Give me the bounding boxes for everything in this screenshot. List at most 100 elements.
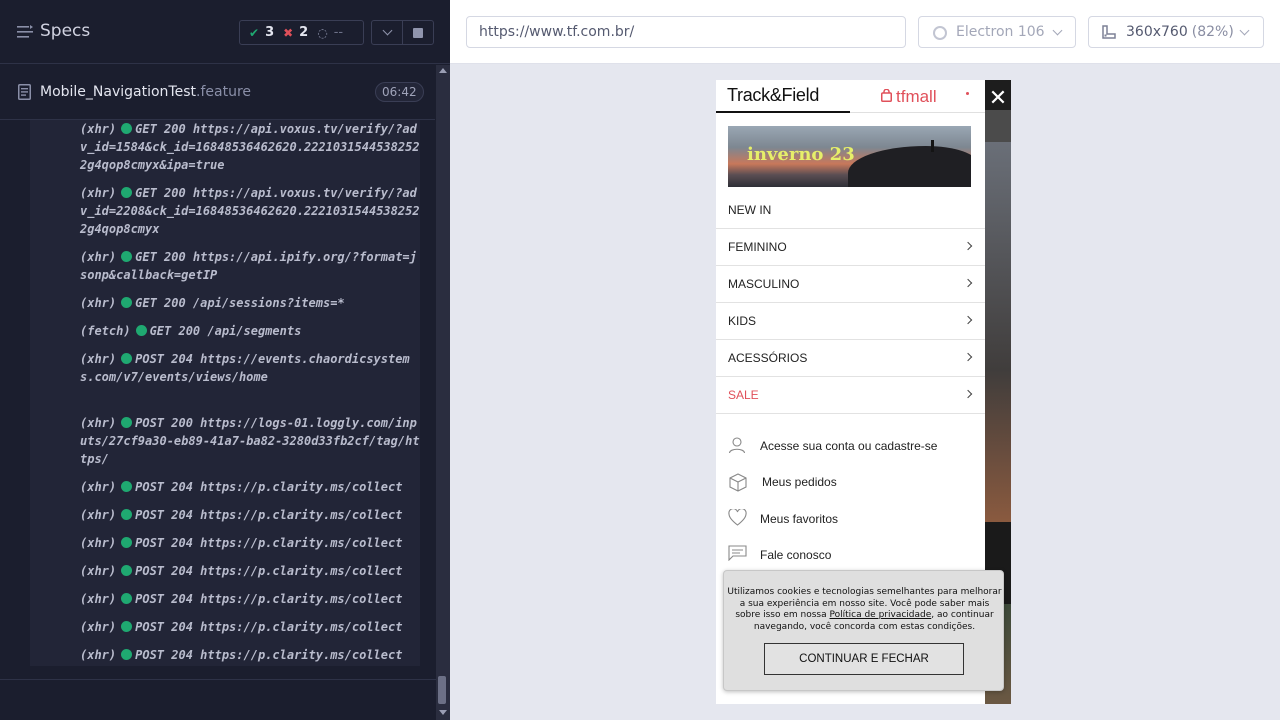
scrollbar[interactable] [436,65,450,720]
menu-item-feminino[interactable]: FEMININO [716,229,985,266]
scroll-down-arrow-icon[interactable] [439,710,447,715]
log-entry[interactable]: (xhr) GET 200 https://api.voxus.tv/verify… [80,184,420,238]
close-icon[interactable]: ✕ [985,86,1011,112]
chevron-right-icon [963,241,973,251]
test-stats: ✔ 3 ✖ 2 ◌ -- [239,20,364,45]
account-link-label: Meus favoritos [760,512,839,526]
continue-and-close-button[interactable]: CONTINUAR E FECHAR [764,643,964,675]
tab-trackfield[interactable]: Track&Field [716,80,850,113]
privacy-policy-link[interactable]: Política de privacidade [830,610,932,620]
log-entry[interactable]: (xhr) GET 200 https://api.voxus.tv/verify… [80,120,420,174]
log-entry[interactable]: (xhr) POST 204 https://p.clarity.ms/colle… [80,646,420,664]
command-log[interactable]: (xhr) GET 200 https://api.voxus.tv/verify… [30,120,420,666]
options-dropdown-button[interactable] [372,21,403,44]
log-entry-text: POST 204 https://p.clarity.ms/collect [135,480,403,494]
status-dot-icon [121,649,133,660]
viewport-selector[interactable]: 360x760 (82%) [1088,16,1264,48]
log-entry-type: (xhr) [80,508,117,522]
account-link-user[interactable]: Acesse sua conta ou cadastre-se [716,436,985,458]
menu-item-label: ACESSÓRIOS [728,351,808,365]
user-icon [728,437,746,454]
status-dot-icon [121,353,133,364]
chat-icon [728,545,747,561]
menu-item-new-in[interactable]: NEW IN [716,192,985,229]
winter-banner[interactable]: inverno 23 [728,126,971,187]
menu-item-sale[interactable]: SALE [716,377,985,414]
menu-item-masculino[interactable]: MASCULINO [716,266,985,303]
log-entry[interactable]: (xhr) POST 204 https://p.clarity.ms/colle… [80,590,420,608]
spec-duration-badge: 06:42 [375,82,424,102]
log-entry-type: (xhr) [80,416,117,430]
status-dot-icon [121,123,133,134]
spec-file-name: Mobile_NavigationTest.feature [40,84,251,100]
log-entry-text: POST 204 https://p.clarity.ms/collect [135,508,403,522]
specs-title[interactable]: Specs [40,21,90,41]
run-controls [371,20,434,45]
heart-icon [728,509,747,526]
spec-file-basename: Mobile_NavigationTest [40,84,197,100]
log-entry[interactable]: (xhr) POST 204 https://p.clarity.ms/colle… [80,618,420,636]
account-link-label: Meus pedidos [762,475,837,489]
chevron-right-icon [963,352,973,362]
log-entry-type: (xhr) [80,564,117,578]
banner-person [931,140,934,152]
account-link-label: Acesse sua conta ou cadastre-se [760,439,938,453]
menu-item-kids[interactable]: KIDS [716,303,985,340]
log-entry[interactable]: (xhr) POST 204 https://p.clarity.ms/colle… [80,534,420,552]
log-entry[interactable]: (xhr) GET 200 https://api.ipify.org/?form… [80,248,420,284]
tab-tfmall[interactable]: tfmall [850,80,985,113]
status-dot-icon [121,251,133,262]
log-entry-type: (xhr) [80,122,117,136]
document-icon [18,84,31,100]
log-entry-type: (xhr) [80,296,117,310]
x-icon: ✖ [283,25,294,40]
log-entry-type: (xhr) [80,620,117,634]
scrollbar-thumb[interactable] [438,676,446,704]
log-entry[interactable]: (xhr) POST 200 https://logs-01.loggly.com… [80,414,420,468]
check-icon: ✔ [249,25,260,40]
spec-file-header[interactable]: Mobile_NavigationTest.feature 06:42 [0,65,435,120]
status-dot-icon [135,325,147,336]
stop-button[interactable] [403,21,433,44]
log-entry-text: POST 204 https://p.clarity.ms/collect [135,648,403,662]
status-dot-icon [121,481,133,492]
account-link-chat[interactable]: Fale conosco [716,545,985,567]
specs-menu-icon[interactable] [17,25,33,39]
chevron-right-icon [963,278,973,288]
log-entry[interactable]: (xhr) POST 204 https://p.clarity.ms/colle… [80,478,420,496]
log-entry-text: GET 200 /api/sessions?items=* [135,296,345,310]
log-entry-type: (xhr) [80,648,117,662]
menu-item-acess-rios[interactable]: ACESSÓRIOS [716,340,985,377]
viewport-scale: (82%) [1191,24,1234,40]
log-entry[interactable]: (fetch) GET 200 /api/segments [80,322,420,340]
tfmall-logo: tfmall [896,87,937,106]
log-entry-text: POST 204 https://p.clarity.ms/collect [135,564,403,578]
log-entry[interactable]: (xhr) POST 204 https://p.clarity.ms/colle… [80,506,420,524]
log-entry-text: GET 200 /api/segments [149,324,302,338]
status-dot-icon [121,509,133,520]
tfmall-dot [966,92,969,95]
account-link-box[interactable]: Meus pedidos [716,472,985,494]
menu-item-label: SALE [728,388,759,402]
log-entry-text: POST 204 https://p.clarity.ms/collect [135,592,403,606]
log-entry[interactable]: (xhr) POST 204 https://p.clarity.ms/colle… [80,562,420,580]
cookie-banner: Utilizamos cookies e tecnologias semelha… [723,570,1004,691]
menu-item-label: KIDS [728,314,757,328]
stop-icon [413,27,423,38]
log-entry[interactable]: (xhr) GET 200 /api/sessions?items=* [80,294,420,312]
failed-value: 2 [299,25,309,40]
trackfield-logo: Track&Field [727,85,820,105]
status-dot-icon [121,621,133,632]
url-bar[interactable]: https://www.tf.com.br/ [466,16,906,48]
scroll-up-arrow-icon[interactable] [439,68,447,73]
browser-selector[interactable]: Electron 106 [918,16,1076,48]
spec-file-extension: .feature [196,84,252,100]
status-dot-icon [121,297,133,308]
log-entry[interactable]: (xhr) POST 204 https://events.chaordicsys… [80,350,420,386]
log-entry-type: (xhr) [80,250,117,264]
log-entry-type: (fetch) [80,324,131,338]
passed-count: ✔ 3 [249,25,274,40]
account-link-heart[interactable]: Meus favoritos [716,509,985,531]
status-dot-icon [121,565,133,576]
pending-count: ◌ -- [317,25,343,40]
